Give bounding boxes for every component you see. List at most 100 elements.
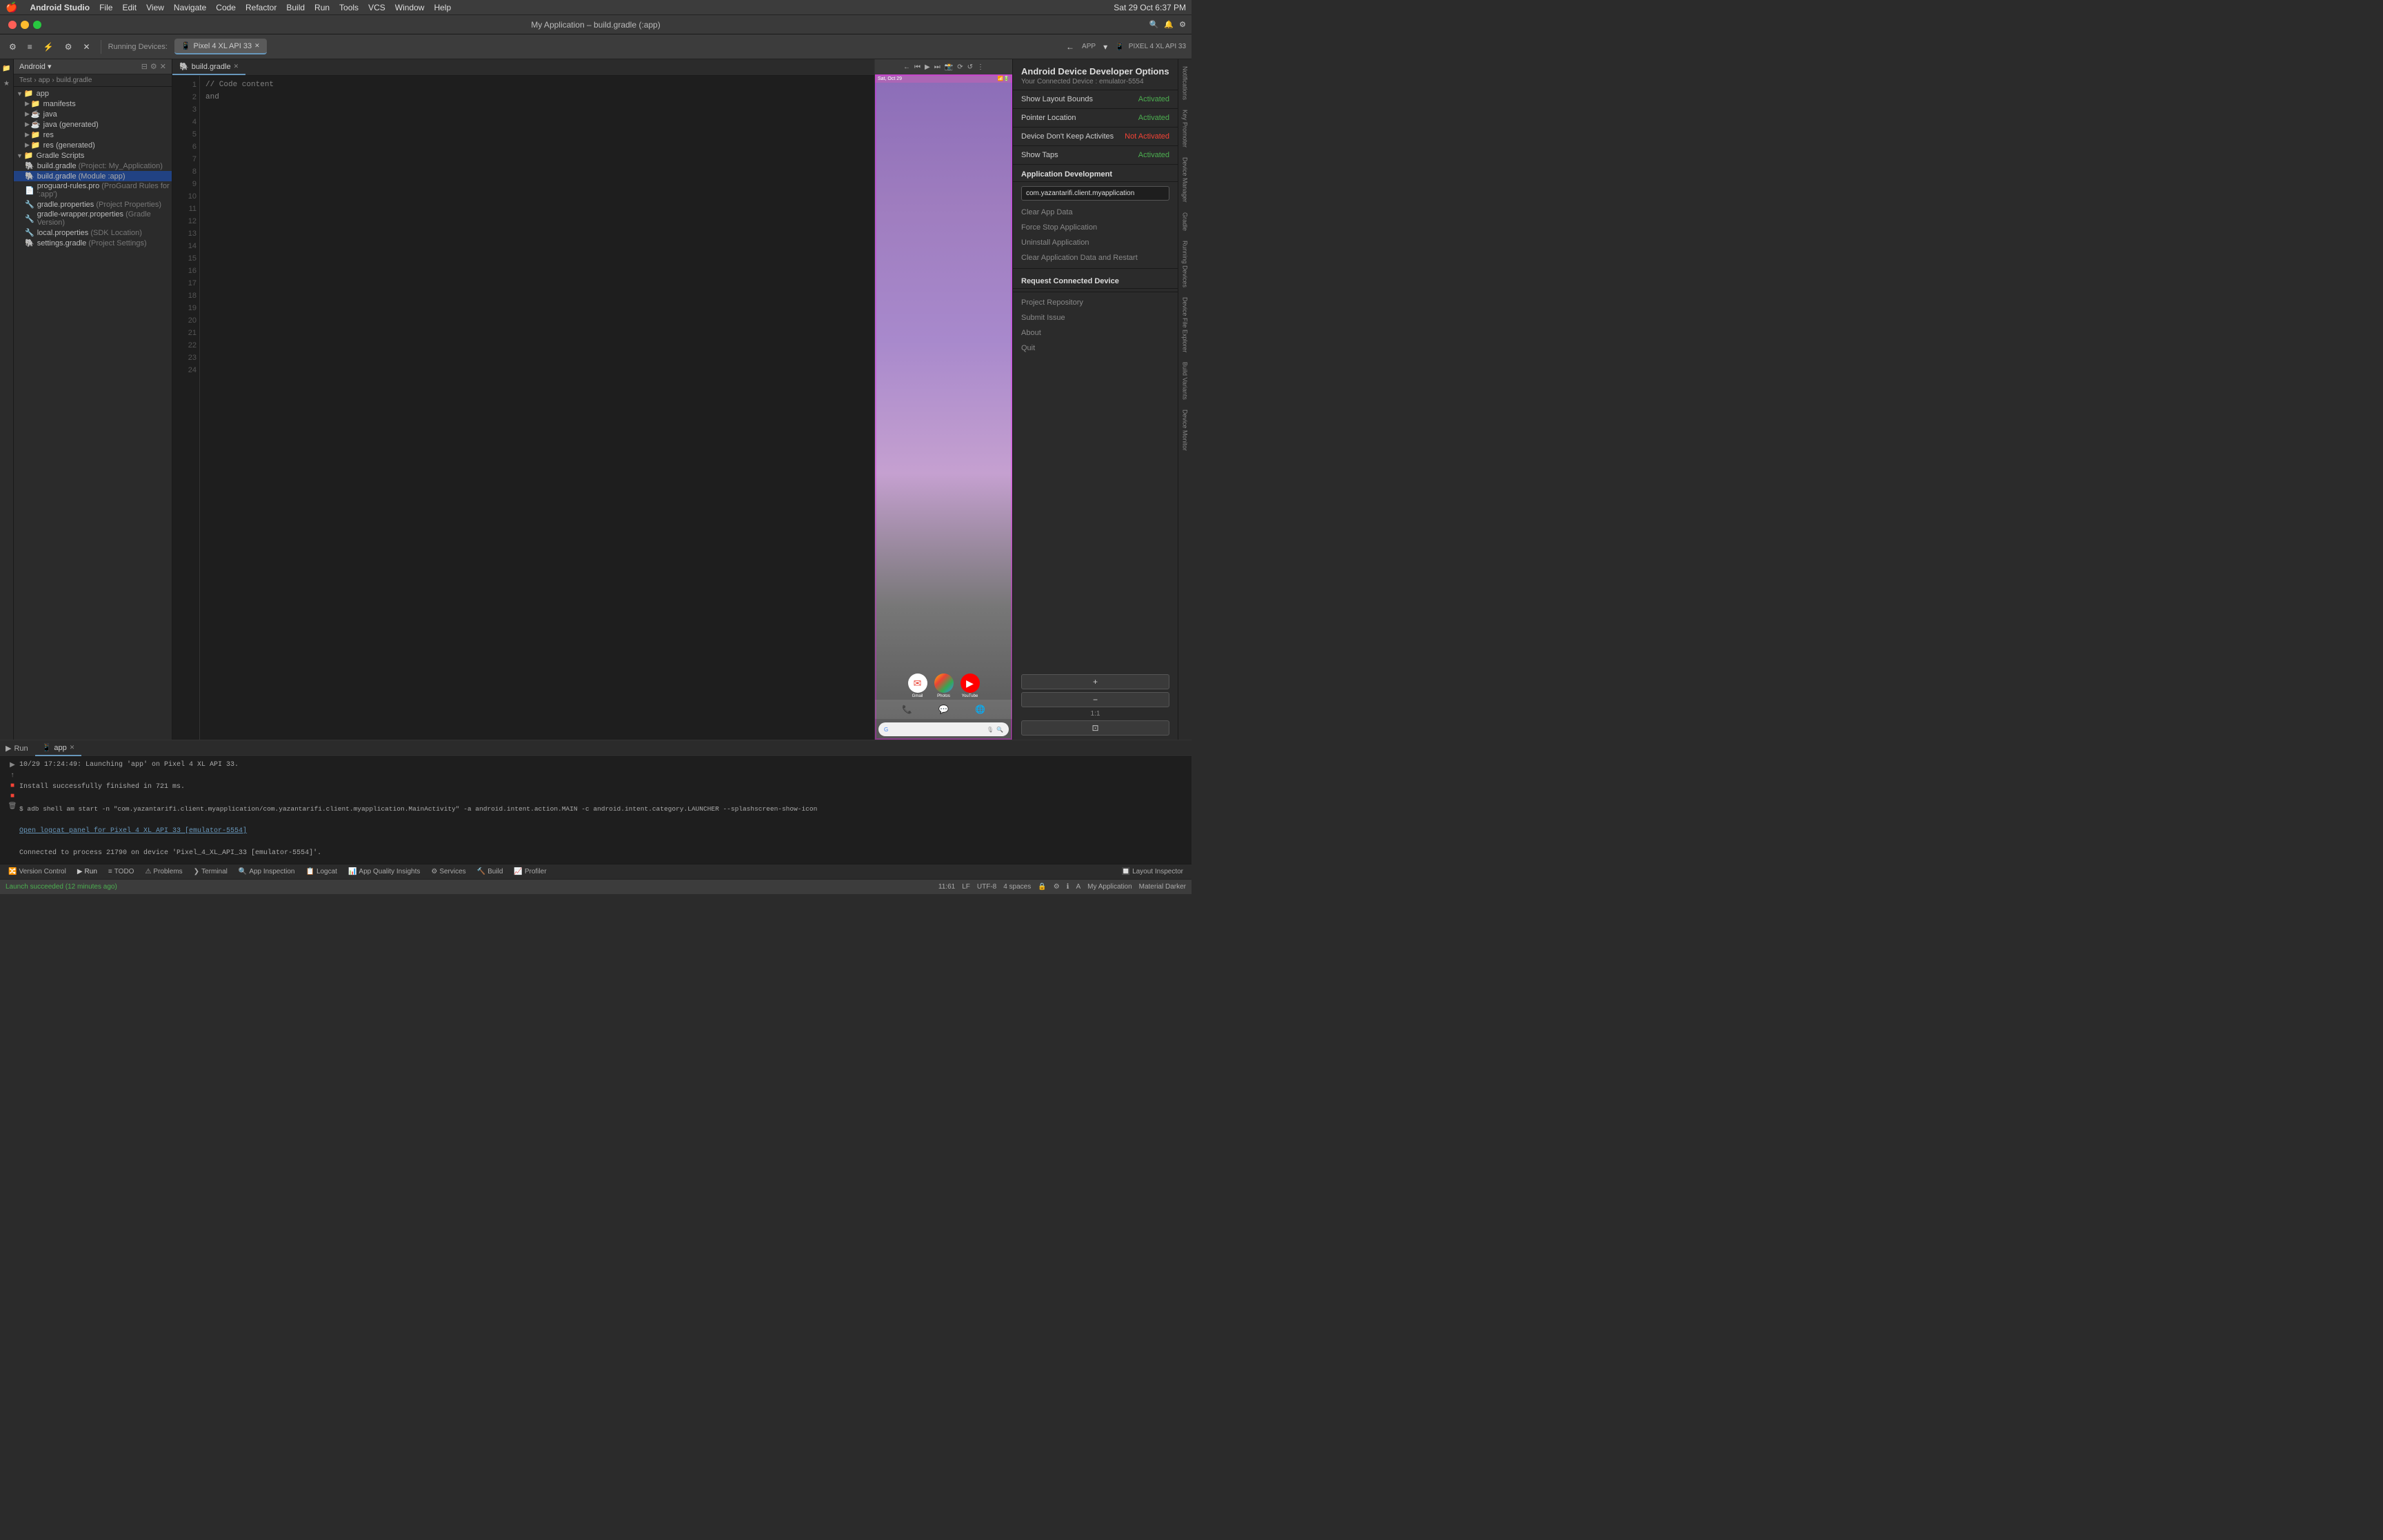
uninstall-app-btn[interactable]: Uninstall Application <box>1013 235 1178 250</box>
emulator-search-bar[interactable]: G 🎙 🔍 <box>878 722 1009 736</box>
device-tab-close-icon[interactable]: ✕ <box>254 42 260 50</box>
device-manager-tab[interactable]: Device Manager <box>1180 153 1190 207</box>
version-control-btn[interactable]: 🔀 Version Control <box>6 867 69 877</box>
app-inspection-btn[interactable]: 🔍 App Inspection <box>236 867 298 877</box>
clear-restart-btn[interactable]: Clear Application Data and Restart <box>1013 250 1178 265</box>
apple-icon[interactable]: 🍎 <box>6 1 17 13</box>
tree-item-gradle-wrapper[interactable]: 🔧 gradle-wrapper.properties (Gradle Vers… <box>14 210 172 227</box>
panel-settings-btn[interactable]: ⚙ <box>150 62 157 71</box>
services-btn[interactable]: ⚙ Services <box>428 867 468 877</box>
toolbar-filter-btn[interactable]: ⚡ <box>40 40 57 54</box>
force-stop-btn[interactable]: Force Stop Application <box>1013 220 1178 235</box>
build-btn[interactable]: 🔨 Build <box>474 867 506 877</box>
running-devices-tab[interactable]: Running Devices <box>1180 236 1190 292</box>
tree-item-java-gen[interactable]: ▶ ☕ java (generated) <box>14 119 172 130</box>
clear-app-data-btn[interactable]: Clear App Data <box>1013 205 1178 220</box>
menu-view[interactable]: View <box>146 3 164 12</box>
menu-code[interactable]: Code <box>216 3 236 12</box>
search-icon[interactable]: 🔍 <box>1149 20 1159 29</box>
tree-item-settings-gradle[interactable]: 🐘 settings.gradle (Project Settings) <box>14 238 172 248</box>
menu-vcs[interactable]: VCS <box>368 3 385 12</box>
app-quality-btn[interactable]: 📊 App Quality Insights <box>345 867 423 877</box>
emulator-screen[interactable]: Sat, Oct 29 📶🔋 ✉ Gmail Photos ▶ <box>875 74 1012 740</box>
collapse-all-btn[interactable]: ⊟ <box>141 62 148 71</box>
mic-icon[interactable]: 🎙 <box>987 727 994 733</box>
breadcrumb-test[interactable]: Test <box>19 77 32 84</box>
todo-btn[interactable]: ≡ TODO <box>105 867 137 877</box>
tree-item-build-gradle-project[interactable]: 🐘 build.gradle (Project: My_Application) <box>14 161 172 171</box>
toolbar-settings-btn[interactable]: ⚙ <box>6 40 20 54</box>
tree-item-manifests[interactable]: ▶ 📁 manifests <box>14 99 172 109</box>
close-run-tab-icon[interactable]: ✕ <box>70 744 75 751</box>
menu-edit[interactable]: Edit <box>122 3 137 12</box>
menu-run[interactable]: Run <box>314 3 330 12</box>
run-trash-btn[interactable]: 🗑 <box>6 802 19 810</box>
minimize-button[interactable] <box>21 21 29 29</box>
notifications-tab[interactable]: Notifications <box>1180 62 1190 104</box>
editor-tab-build-gradle[interactable]: 🐘 build.gradle ✕ <box>172 59 245 75</box>
youtube-container[interactable]: ▶ YouTube <box>961 673 980 698</box>
gradle-tab[interactable]: Gradle <box>1180 208 1190 235</box>
logcat-btn[interactable]: 📋 Logcat <box>303 867 339 877</box>
toolbar-arrow-back[interactable]: ← <box>1063 40 1078 54</box>
gmail-icon[interactable]: ✉ <box>908 673 927 693</box>
notification-icon[interactable]: 🔔 <box>1164 20 1174 29</box>
photos-container[interactable]: Photos <box>934 673 954 698</box>
device-file-explorer-tab[interactable]: Device File Explorer <box>1180 293 1190 357</box>
run-up-btn[interactable]: ↑ <box>6 771 19 779</box>
code-editor[interactable]: // Code content <box>200 76 874 740</box>
maximize-button[interactable] <box>33 21 41 29</box>
log-line-logcat-link[interactable]: Open logcat panel for Pixel 4 XL API 33 … <box>19 826 1186 837</box>
tree-item-app[interactable]: ▼ 📁 app <box>14 88 172 99</box>
tree-item-java[interactable]: ▶ ☕ java <box>14 109 172 119</box>
gmail-container[interactable]: ✉ Gmail <box>908 673 927 698</box>
problems-btn[interactable]: ⚠ Problems <box>142 867 185 877</box>
tree-item-res[interactable]: ▶ 📁 res <box>14 130 172 140</box>
settings-icon[interactable]: ⚙ <box>1179 20 1186 29</box>
layout-inspector-btn[interactable]: 🔲 Layout Inspector <box>1119 867 1186 877</box>
zoom-in-btn[interactable]: + <box>1021 674 1169 689</box>
tree-item-build-gradle-module[interactable]: 🐘 build.gradle (Module :app) <box>14 171 172 181</box>
menu-build[interactable]: Build <box>286 3 305 12</box>
panel-close-btn[interactable]: ✕ <box>160 62 166 71</box>
build-variants-tab[interactable]: Build Variants <box>1180 358 1190 404</box>
emulator-more-btn[interactable]: ⋮ <box>977 63 984 71</box>
tree-item-gradle-properties[interactable]: 🔧 gradle.properties (Project Properties) <box>14 199 172 210</box>
file-tree-dropdown[interactable]: Android ▾ <box>19 62 52 71</box>
structure-panel-btn[interactable]: 📁 <box>0 62 14 76</box>
menu-help[interactable]: Help <box>434 3 451 12</box>
emulator-snapshot-btn[interactable]: 📸 <box>945 63 953 71</box>
emulator-back-btn[interactable]: ← <box>903 63 910 71</box>
menu-window[interactable]: Window <box>395 3 425 12</box>
menu-tools[interactable]: Tools <box>339 3 359 12</box>
menu-navigate[interactable]: Navigate <box>174 3 206 12</box>
menu-file[interactable]: File <box>99 3 112 12</box>
package-name-input[interactable] <box>1021 186 1169 201</box>
close-button[interactable] <box>8 21 17 29</box>
device-tab-pixel[interactable]: 📱 Pixel 4 XL API 33 ✕ <box>174 39 267 54</box>
zoom-fit-btn[interactable]: ⊡ <box>1021 720 1169 736</box>
navbar-msg-btn[interactable]: 💬 <box>938 705 949 714</box>
toolbar-dropdown-btn[interactable]: ▾ <box>1100 40 1111 54</box>
emulator-play-btn[interactable]: ▶ <box>925 63 930 71</box>
tree-item-res-gen[interactable]: ▶ 📁 res (generated) <box>14 140 172 150</box>
submit-issue-btn[interactable]: Submit Issue <box>1013 310 1178 325</box>
tree-item-proguard[interactable]: 📄 proguard-rules.pro (ProGuard Rules for… <box>14 181 172 199</box>
navbar-chrome-btn[interactable]: 🌐 <box>975 705 985 714</box>
logcat-link[interactable]: Open logcat panel for Pixel 4 XL API 33 … <box>19 827 247 835</box>
tree-item-gradle-scripts[interactable]: ▼ 📁 Gradle Scripts <box>14 150 172 161</box>
photos-icon[interactable] <box>934 673 954 693</box>
toolbar-list-btn[interactable]: ≡ <box>24 40 36 54</box>
menu-refactor[interactable]: Refactor <box>245 3 276 12</box>
profiler-btn[interactable]: 📈 Profiler <box>511 867 549 877</box>
emulator-rotate-btn[interactable]: ⟳ <box>957 63 963 71</box>
toolbar-gear-btn[interactable]: ⚙ <box>61 40 76 54</box>
about-btn[interactable]: About <box>1013 325 1178 341</box>
run-play-btn[interactable]: ▶ <box>6 761 19 769</box>
terminal-btn[interactable]: ❯ Terminal <box>191 867 230 877</box>
navbar-phone-btn[interactable]: 📞 <box>902 705 912 714</box>
close-tab-icon[interactable]: ✕ <box>234 63 239 70</box>
toolbar-close-btn[interactable]: ✕ <box>80 40 94 54</box>
emulator-prev-btn[interactable]: ⏮ <box>914 63 921 71</box>
breadcrumb-file[interactable]: build.gradle <box>57 77 92 84</box>
